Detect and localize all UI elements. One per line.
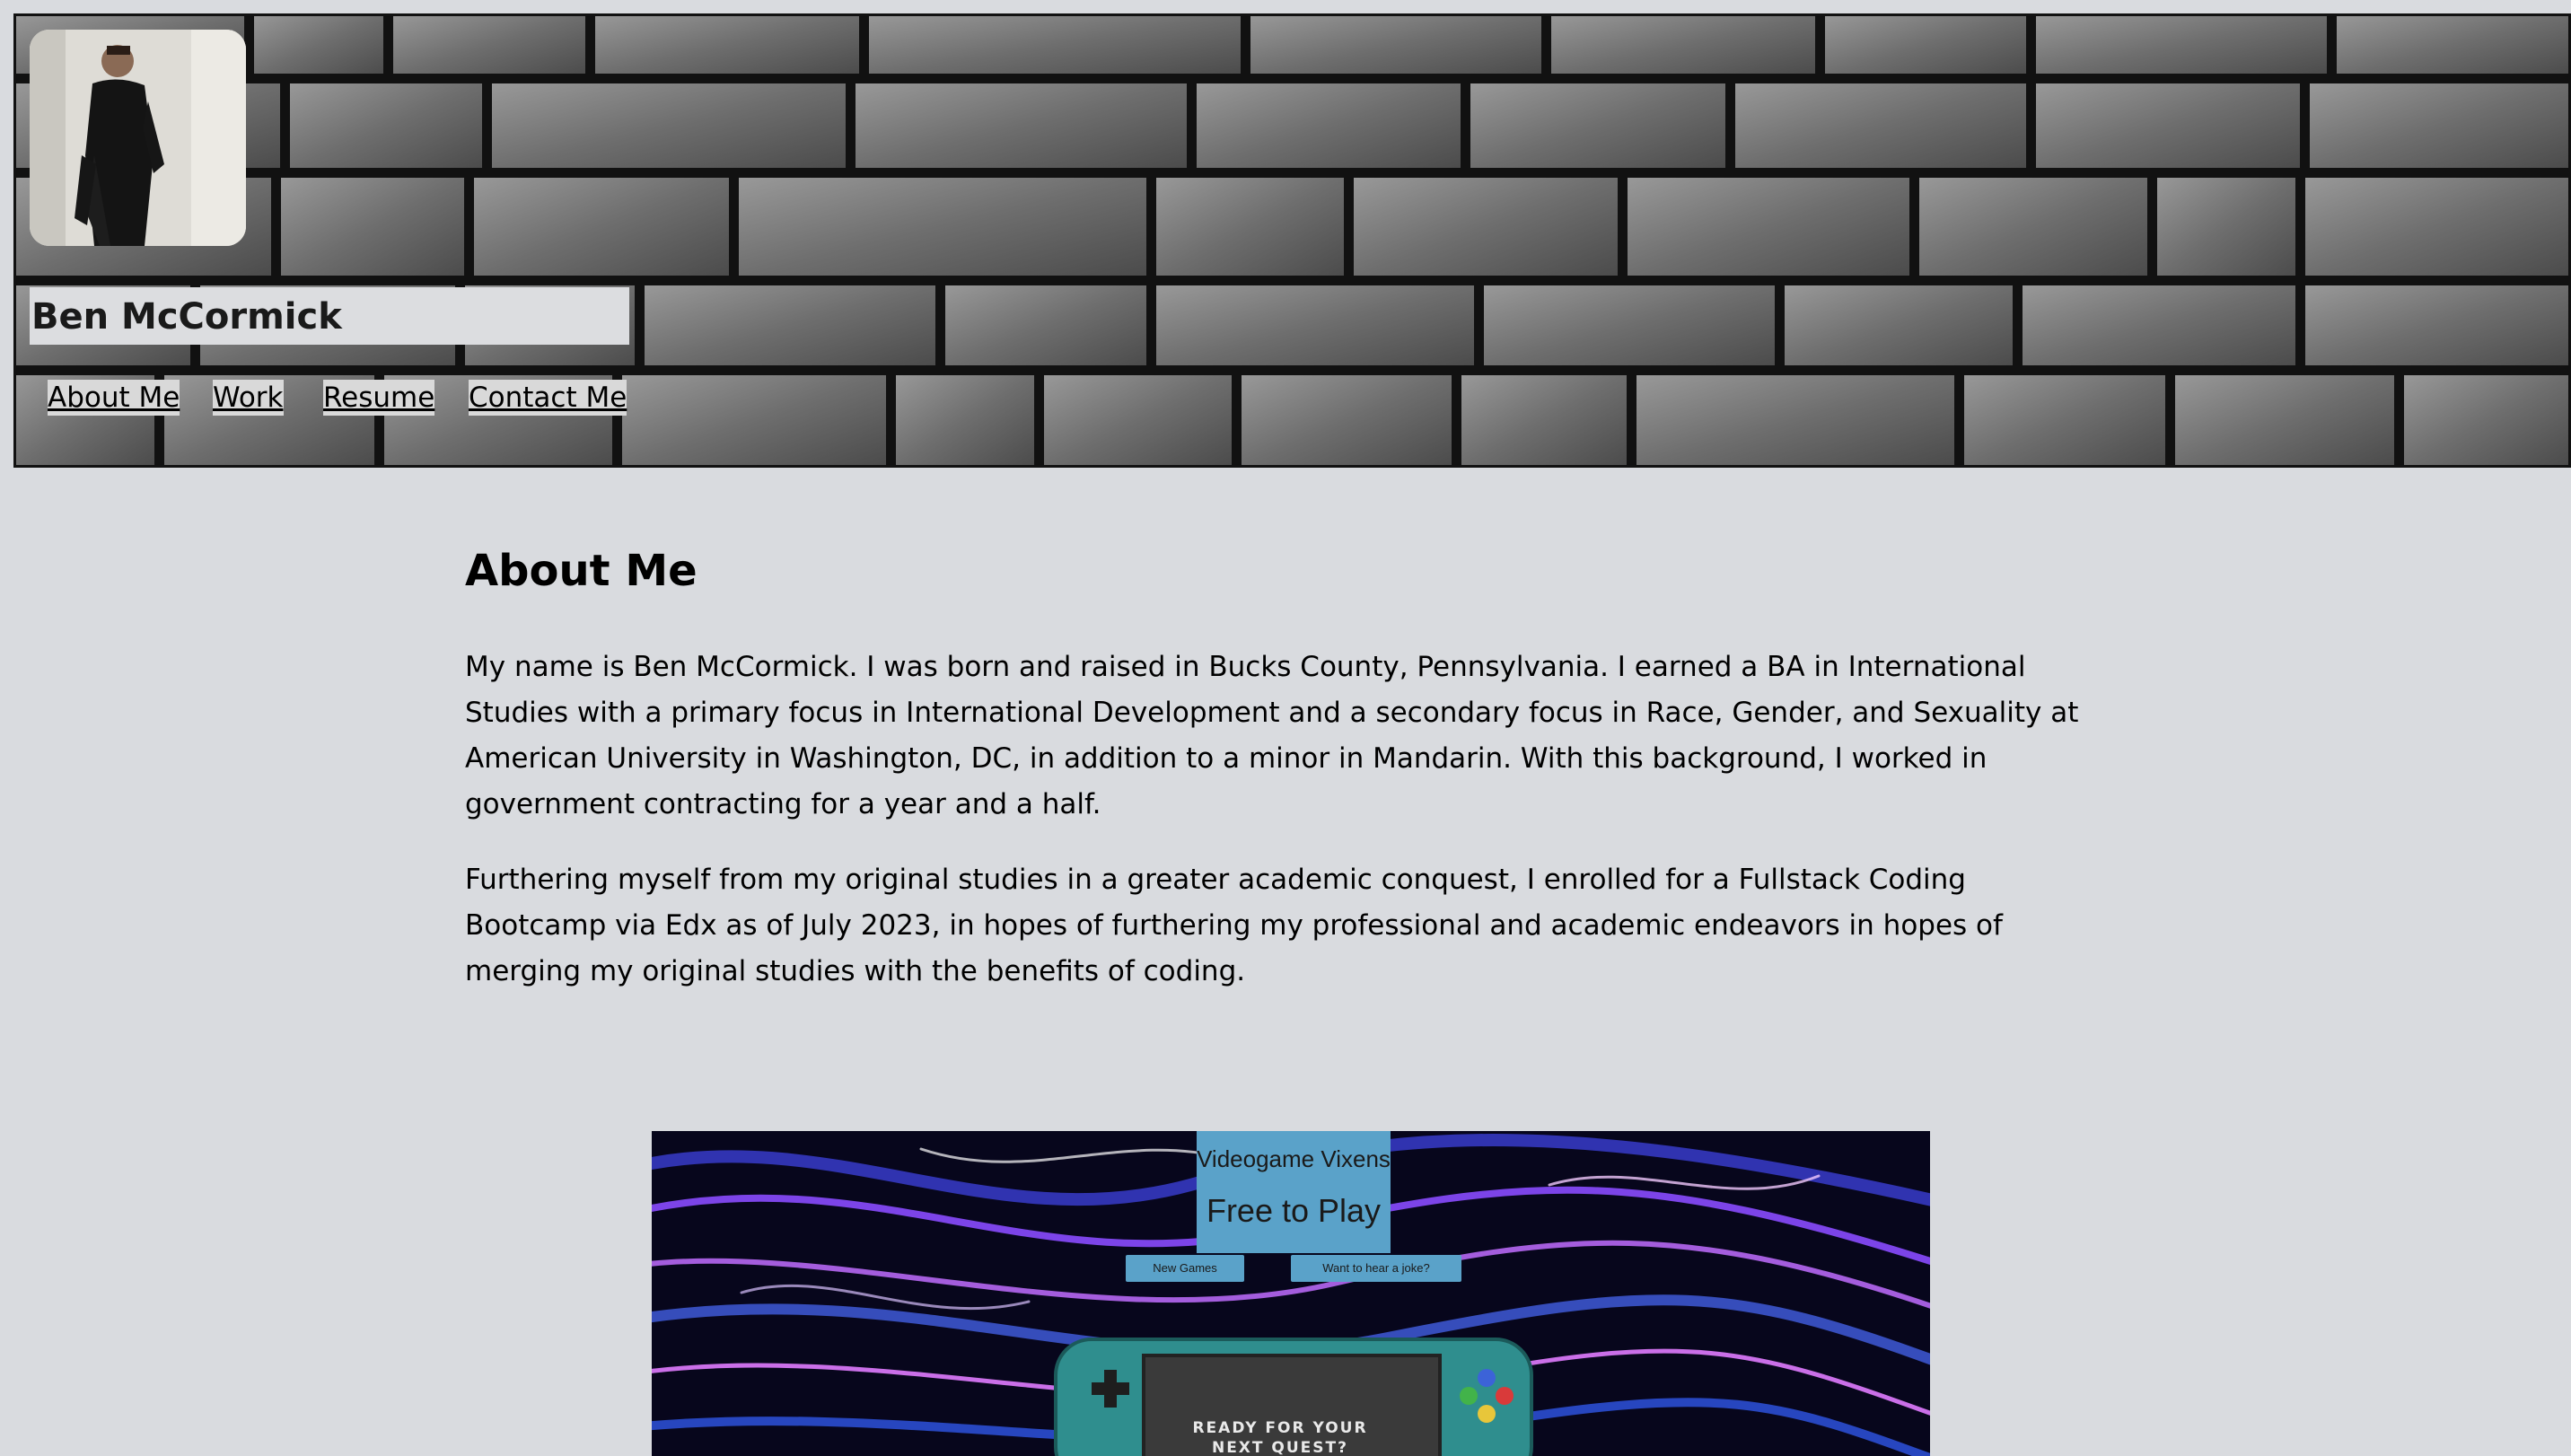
project-subtitle: Free to Play [1206,1192,1382,1229]
site-title: Ben McCormick [31,296,342,338]
site-title-box: Ben McCormick [30,287,629,345]
about-heading: About Me [465,546,698,596]
profile-photo [30,30,246,246]
about-paragraph-1: My name is Ben McCormick. I was born and… [465,651,2079,820]
person-portrait-icon [30,30,246,246]
nav-link-contact-me[interactable]: Contact Me [469,380,627,416]
nav-link-work[interactable]: Work [213,380,284,416]
console-screen-text: Ready for your next quest? [1192,1419,1368,1456]
about-paragraph-2: Furthering myself from my original studi… [465,864,2003,987]
nav-link-about-me[interactable]: About Me [48,380,180,416]
nav-link-resume[interactable]: Resume [323,380,435,416]
new-games-button[interactable]: New Games [1126,1255,1244,1282]
project-title: Videogame Vixens [1197,1145,1391,1172]
site-header: Ben McCormick About Me Work Resume Conta… [13,13,2571,468]
project-preview[interactable]: Videogame Vixens Free to Play New Games … [652,1131,1930,1456]
project-title-box: Videogame Vixens Free to Play [1197,1131,1391,1253]
joke-button[interactable]: Want to hear a joke? [1291,1255,1461,1282]
